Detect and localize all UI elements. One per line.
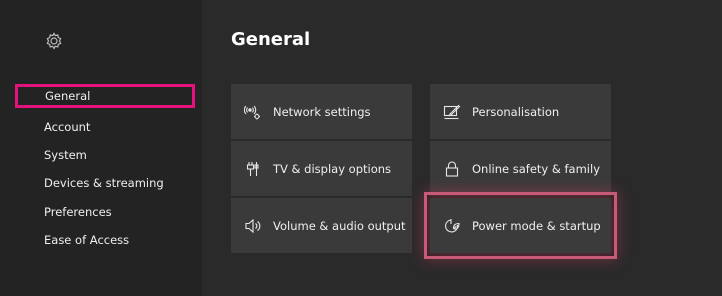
sidebar-item-label: General	[45, 89, 91, 103]
sidebar-item-general[interactable]: General	[15, 84, 195, 108]
lock-icon	[443, 160, 461, 178]
sidebar-item-account[interactable]: Account	[15, 115, 195, 139]
sidebar-item-ease-of-access[interactable]: Ease of Access	[15, 228, 195, 252]
tile-tv-display-options[interactable]: TV & display options	[231, 141, 412, 196]
power-icon	[443, 217, 461, 235]
tile-volume-audio-output[interactable]: Volume & audio output	[231, 198, 412, 253]
tile-label: Power mode & startup	[472, 218, 601, 233]
tile-network-settings[interactable]: Network settings	[231, 84, 412, 139]
sidebar-item-devices-streaming[interactable]: Devices & streaming	[15, 171, 195, 195]
tile-label: Network settings	[273, 104, 371, 119]
settings-app: General Account System Devices & streami…	[0, 0, 722, 296]
network-icon	[244, 103, 262, 121]
sidebar-item-label: System	[44, 148, 87, 162]
sidebar-item-system[interactable]: System	[15, 143, 195, 167]
tile-label: Online safety & family	[472, 161, 600, 176]
settings-gear-icon	[44, 31, 64, 51]
sidebar-item-label: Account	[44, 120, 91, 134]
sidebar-item-preferences[interactable]: Preferences	[15, 200, 195, 224]
personalisation-icon	[443, 103, 461, 121]
tile-online-safety-family[interactable]: Online safety & family	[430, 141, 611, 196]
tile-label: Personalisation	[472, 104, 560, 119]
speaker-icon	[244, 217, 262, 235]
sidebar-item-label: Preferences	[44, 205, 112, 219]
tile-label: TV & display options	[273, 161, 392, 176]
tile-power-mode-startup[interactable]: Power mode & startup	[424, 192, 617, 259]
sidebar-item-label: Devices & streaming	[44, 176, 164, 190]
tile-personalisation[interactable]: Personalisation	[430, 84, 611, 139]
tile-label: Volume & audio output	[273, 218, 406, 233]
sidebar-item-label: Ease of Access	[44, 233, 130, 247]
tv-display-icon	[244, 160, 262, 178]
page-title: General	[231, 29, 311, 50]
sidebar: General Account System Devices & streami…	[0, 0, 202, 296]
